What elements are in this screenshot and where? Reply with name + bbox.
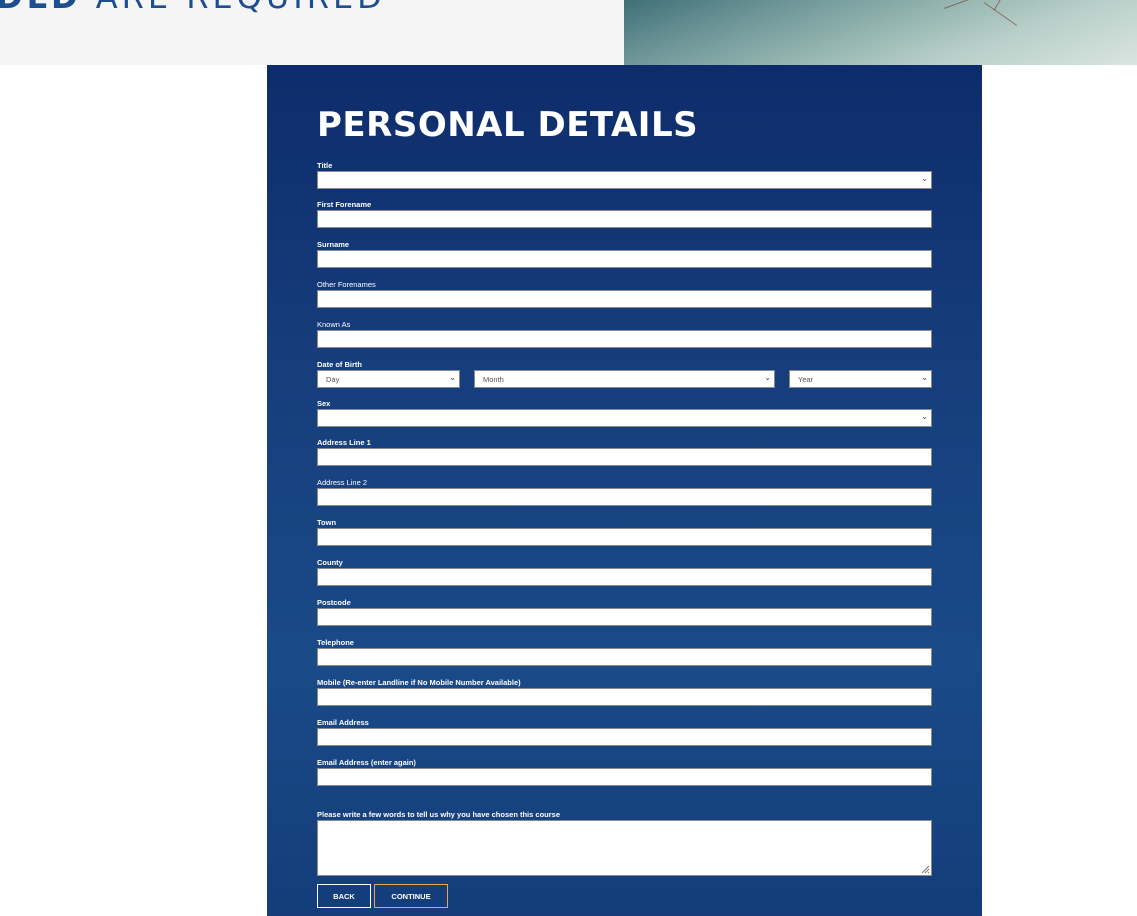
required-fields-heading: DLD ARE REQUIRED	[0, 0, 386, 16]
dob-day-value: Day	[326, 375, 340, 384]
chevron-down-icon: ⌄	[449, 373, 456, 382]
title-select[interactable]: ⌄	[317, 171, 932, 189]
telephone-label: Telephone	[317, 638, 354, 647]
sex-label: Sex	[317, 399, 331, 408]
surname-label: Surname	[317, 240, 350, 249]
known-as-label: Known As	[317, 320, 351, 329]
reason-textarea[interactable]	[317, 820, 932, 876]
email-confirm-input[interactable]	[317, 768, 932, 786]
address-line-2-input[interactable]	[317, 488, 932, 506]
page-header-band: DLD ARE REQUIRED	[0, 0, 624, 65]
other-forenames-label: Other Forenames	[317, 280, 376, 289]
mobile-input[interactable]	[317, 688, 932, 706]
email-input[interactable]	[317, 728, 932, 746]
chevron-down-icon: ⌄	[921, 412, 928, 421]
header-photo	[624, 0, 1137, 65]
resize-grip-icon[interactable]	[920, 864, 930, 874]
email-confirm-label: Email Address (enter again)	[317, 758, 416, 767]
reason-label: Please write a few words to tell us why …	[317, 810, 560, 819]
county-input[interactable]	[317, 568, 932, 586]
mobile-label: Mobile (Re-enter Landline if No Mobile N…	[317, 678, 521, 687]
continue-button[interactable]: CONTINUE	[374, 884, 448, 908]
dob-month-select[interactable]: Month ⌄	[474, 370, 775, 388]
dob-year-value: Year	[798, 375, 814, 384]
town-input[interactable]	[317, 528, 932, 546]
heading-rest: ARE REQUIRED	[96, 0, 386, 16]
heading-bold-word: DLD	[0, 0, 82, 16]
dob-year-select[interactable]: Year ⌄	[789, 370, 932, 388]
first-forename-label: First Forename	[317, 200, 372, 209]
dob-day-select[interactable]: Day ⌄	[317, 370, 460, 388]
dob-label: Date of Birth	[317, 360, 362, 369]
chevron-down-icon: ⌄	[921, 174, 928, 183]
sex-select[interactable]: ⌄	[317, 409, 932, 427]
chevron-down-icon: ⌄	[921, 373, 928, 382]
title-label: Title	[317, 161, 333, 170]
first-forename-input[interactable]	[317, 210, 932, 228]
postcode-label: Postcode	[317, 598, 351, 607]
telephone-input[interactable]	[317, 648, 932, 666]
postcode-input[interactable]	[317, 608, 932, 626]
surname-input[interactable]	[317, 250, 932, 268]
personal-details-panel: PERSONAL DETAILS Title ⌄ First Forename …	[267, 65, 982, 916]
county-label: County	[317, 558, 343, 567]
address-line-2-label: Address Line 2	[317, 478, 368, 487]
address-line-1-input[interactable]	[317, 448, 932, 466]
email-label: Email Address	[317, 718, 369, 727]
town-label: Town	[317, 518, 337, 527]
form-title: PERSONAL DETAILS	[317, 105, 699, 145]
address-line-1-label: Address Line 1	[317, 438, 371, 447]
chevron-down-icon: ⌄	[764, 373, 771, 382]
back-button[interactable]: BACK	[317, 884, 371, 908]
known-as-input[interactable]	[317, 330, 932, 348]
other-forenames-input[interactable]	[317, 290, 932, 308]
dob-month-value: Month	[483, 375, 504, 384]
